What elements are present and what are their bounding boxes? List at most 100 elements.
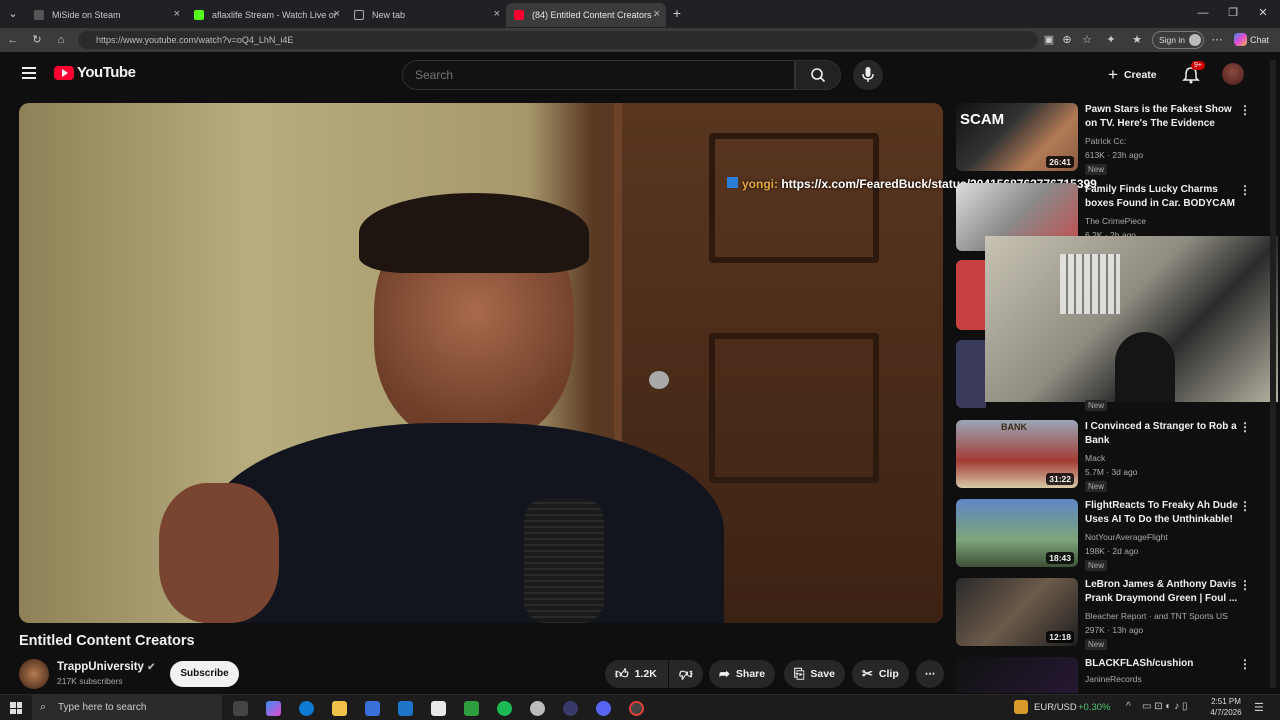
tab-miside[interactable]: MiSide on Steam ×	[26, 3, 186, 27]
browser-toolbar: ← ↻ ⌂ https://www.youtube.com/watch?v=oQ…	[0, 28, 1280, 52]
more-actions-button[interactable]: ⋯	[916, 660, 944, 688]
tab-kick-stream[interactable]: aflaxlife Stream - Watch Live on K ×	[186, 3, 346, 27]
tab-youtube-active[interactable]: (84) Entitled Content Creators - Yo ×	[506, 3, 666, 27]
mail-icon[interactable]	[398, 701, 413, 716]
thumbs-down-icon: 👍︎	[679, 667, 693, 682]
recommendation-item[interactable]: BLACKFLASh/cushion JanineRecords ⋮	[956, 657, 1278, 693]
notifications-button[interactable]: 9+	[1182, 61, 1205, 84]
search-button[interactable]	[795, 60, 841, 90]
favorites-icon[interactable]: ★	[1130, 33, 1144, 47]
ticker-symbol: EUR/USD	[1034, 702, 1077, 713]
sign-in-button[interactable]: Sign in	[1152, 31, 1204, 49]
search-input[interactable]	[402, 60, 795, 90]
save-button[interactable]: ⎘ Save	[784, 660, 845, 688]
more-options-icon[interactable]: ⋮	[1239, 103, 1251, 117]
home-icon[interactable]: ⌂	[54, 33, 68, 47]
person-hair	[359, 193, 589, 273]
maximize-icon[interactable]: ❐	[1226, 6, 1240, 20]
like-button[interactable]: 👍︎ 1.2K	[605, 660, 668, 688]
close-icon[interactable]: ×	[174, 8, 180, 20]
taskbar-search-box[interactable]: ⌕ Type here to search	[32, 695, 222, 720]
recommendation-item[interactable]: 18:43 FlightReacts To Freaky Ah Dude Use…	[956, 499, 1278, 573]
tab-list-chevron-icon[interactable]: ⌄	[6, 7, 20, 21]
edge-icon[interactable]	[299, 701, 314, 716]
store-icon[interactable]	[365, 701, 380, 716]
recommendation-item[interactable]: SCAM 26:41 Pawn Stars is the Fakest Show…	[956, 103, 1278, 177]
url-bar[interactable]: https://www.youtube.com/watch?v=oQ4_LhN_…	[78, 31, 1038, 49]
subscribe-button[interactable]: Subscribe	[170, 661, 239, 687]
new-badge: New	[1085, 164, 1108, 175]
file-explorer-icon[interactable]	[332, 701, 347, 716]
partial-thumbnail	[956, 260, 986, 330]
obs-icon[interactable]	[629, 701, 644, 716]
more-options-icon[interactable]: ⋮	[1239, 499, 1251, 513]
youtube-header: YouTube + Create 9+	[0, 52, 1280, 98]
more-options-icon[interactable]: ⋮	[1239, 578, 1251, 592]
zoom-icon[interactable]: ⊕	[1060, 33, 1074, 47]
close-window-icon[interactable]: ✕	[1256, 6, 1270, 20]
search-icon: ⌕	[40, 701, 47, 713]
minimize-icon[interactable]: —	[1196, 6, 1210, 20]
spotify-icon[interactable]	[497, 701, 512, 716]
new-badge: New	[1085, 400, 1108, 411]
clip-label: Clip	[878, 668, 899, 680]
notification-center-icon[interactable]: ☰	[1254, 701, 1264, 714]
channel-name: The CrimePiece	[1085, 216, 1146, 226]
tab-new-tab[interactable]: New tab ×	[346, 3, 506, 27]
save-label: Save	[810, 668, 835, 680]
more-horizontal-icon: ⋯	[924, 668, 936, 680]
more-options-icon[interactable]: ⋮	[1239, 420, 1251, 434]
taskbar-clock[interactable]: 2:51 PM 4/7/2026	[1204, 696, 1248, 718]
windows-taskbar: ⌕ Type here to search EUR/USD +0.30% ^ ▭…	[0, 694, 1280, 720]
task-view-icon[interactable]	[233, 701, 248, 716]
copilot-chat-button[interactable]: Chat	[1234, 33, 1269, 46]
discord-icon[interactable]	[596, 701, 611, 716]
account-avatar[interactable]	[1222, 63, 1244, 85]
xbox-icon[interactable]	[464, 701, 479, 716]
steam-icon	[34, 10, 44, 20]
youtube-play-icon	[54, 65, 74, 80]
video-title: Pawn Stars is the Fakest Show on TV. Her…	[1085, 104, 1232, 129]
close-icon[interactable]: ×	[654, 8, 660, 20]
hamburger-menu-icon[interactable]	[22, 67, 36, 79]
notepad-icon[interactable]	[431, 701, 446, 716]
recommendation-item[interactable]: 12:18 LeBron James & Anthony Davis Prank…	[956, 578, 1278, 652]
voice-search-button[interactable]	[853, 60, 883, 90]
extensions-icon[interactable]: ✦	[1104, 33, 1118, 47]
windows-start-icon[interactable]	[10, 702, 22, 714]
dislike-button[interactable]: 👍︎	[669, 660, 703, 688]
scissors-icon: ✂	[862, 666, 873, 681]
share-button[interactable]: ➦ Share	[709, 660, 776, 688]
close-icon[interactable]: ×	[334, 8, 340, 20]
new-tab-plus-icon[interactable]: +	[670, 6, 684, 20]
person-hand	[159, 483, 279, 623]
favorite-star-icon[interactable]: ☆	[1080, 33, 1094, 47]
microphone-icon	[862, 67, 874, 82]
create-button[interactable]: + Create	[1098, 60, 1167, 90]
person-graphic	[1115, 332, 1175, 402]
more-options-icon[interactable]: ⋮	[1239, 657, 1251, 671]
more-menu-icon[interactable]: ⋯	[1210, 33, 1224, 47]
person-shirt	[204, 423, 724, 623]
channel-avatar[interactable]	[19, 659, 49, 689]
tray-icons[interactable]: ▭ ⊡ ◐ ♪ ▯	[1142, 701, 1187, 712]
copilot-icon[interactable]	[266, 701, 281, 716]
tray-chevron-icon[interactable]: ^	[1126, 701, 1131, 712]
app-icon[interactable]	[563, 701, 578, 716]
more-options-icon[interactable]: ⋮	[1239, 183, 1251, 197]
apps-icon[interactable]: ▣	[1042, 33, 1056, 47]
video-title: FlightReacts To Freaky Ah Dude Uses AI T…	[1085, 500, 1238, 525]
clip-button[interactable]: ✂ Clip	[852, 660, 909, 688]
recommendation-item[interactable]: BANK 31:22 I Convinced a Stranger to Rob…	[956, 420, 1278, 494]
video-duration: 12:18	[1046, 631, 1074, 643]
steam-icon[interactable]	[530, 701, 545, 716]
new-badge: New	[1085, 481, 1108, 492]
thumbs-up-icon: 👍︎	[615, 666, 629, 681]
reload-icon[interactable]: ↻	[30, 33, 44, 47]
door-panel	[709, 333, 879, 483]
channel-name[interactable]: TrappUniversity ✔	[57, 661, 156, 673]
youtube-logo[interactable]: YouTube	[54, 64, 136, 81]
back-arrow-icon[interactable]: ←	[6, 33, 20, 47]
page-scrollbar[interactable]	[1270, 60, 1276, 688]
close-icon[interactable]: ×	[494, 8, 500, 20]
